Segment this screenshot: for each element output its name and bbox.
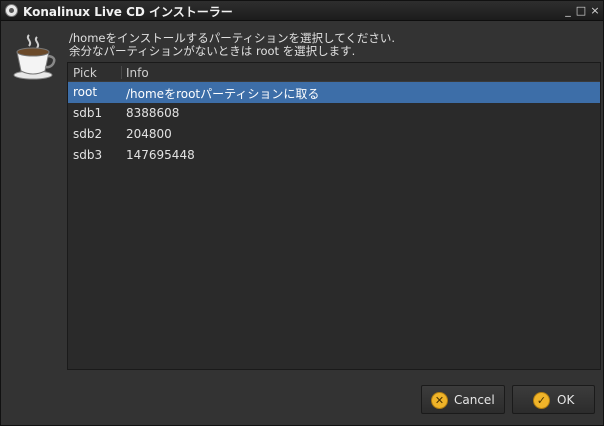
list-row-sdb2[interactable]: sdb2 204800 — [68, 124, 600, 145]
column-header-pick[interactable]: Pick — [73, 66, 97, 80]
row-info: 147695448 — [126, 148, 195, 162]
minimize-button[interactable]: _ — [561, 3, 575, 18]
cancel-button-label: Cancel — [454, 393, 495, 407]
ok-button-label: OK — [557, 393, 575, 407]
column-separator[interactable] — [121, 66, 122, 79]
coffee-cup-icon — [13, 34, 56, 80]
cancel-button[interactable]: ✕ Cancel — [421, 385, 505, 414]
list-row-root[interactable]: root /homeをrootパーティションに取る — [68, 82, 600, 103]
close-button[interactable]: × — [588, 3, 602, 18]
ok-button[interactable]: ✓ OK — [512, 385, 595, 414]
maximize-button[interactable]: □ — [574, 3, 588, 18]
row-pick: sdb3 — [73, 148, 103, 162]
window-title: Konalinux Live CD インストーラー — [23, 5, 233, 19]
ok-check-icon: ✓ — [533, 392, 550, 409]
window-menu-icon[interactable] — [5, 4, 18, 17]
column-header-info[interactable]: Info — [126, 66, 149, 80]
installer-window: Konalinux Live CD インストーラー _ □ × /homeをイン… — [0, 0, 604, 426]
row-info: /homeをrootパーティションに取る — [126, 87, 320, 101]
title-bar[interactable]: Konalinux Live CD インストーラー _ □ × — [1, 1, 603, 21]
row-pick: sdb1 — [73, 106, 103, 120]
row-pick: root — [73, 85, 98, 99]
instruction-line-2: 余分なパーティションがないときは root を選択します. — [69, 44, 356, 58]
row-info: 204800 — [126, 127, 172, 141]
row-info: 8388608 — [126, 106, 180, 120]
list-row-sdb1[interactable]: sdb1 8388608 — [68, 103, 600, 124]
cancel-icon: ✕ — [431, 392, 448, 409]
list-row-sdb3[interactable]: sdb3 147695448 — [68, 145, 600, 166]
partition-list[interactable]: Pick Info root /homeをrootパーティションに取る sdb1… — [67, 62, 601, 370]
row-pick: sdb2 — [73, 127, 103, 141]
list-header: Pick Info — [68, 63, 600, 82]
instructions-text: /homeをインストールするパーティションを選択してください. 余分なパーティシ… — [69, 32, 589, 58]
